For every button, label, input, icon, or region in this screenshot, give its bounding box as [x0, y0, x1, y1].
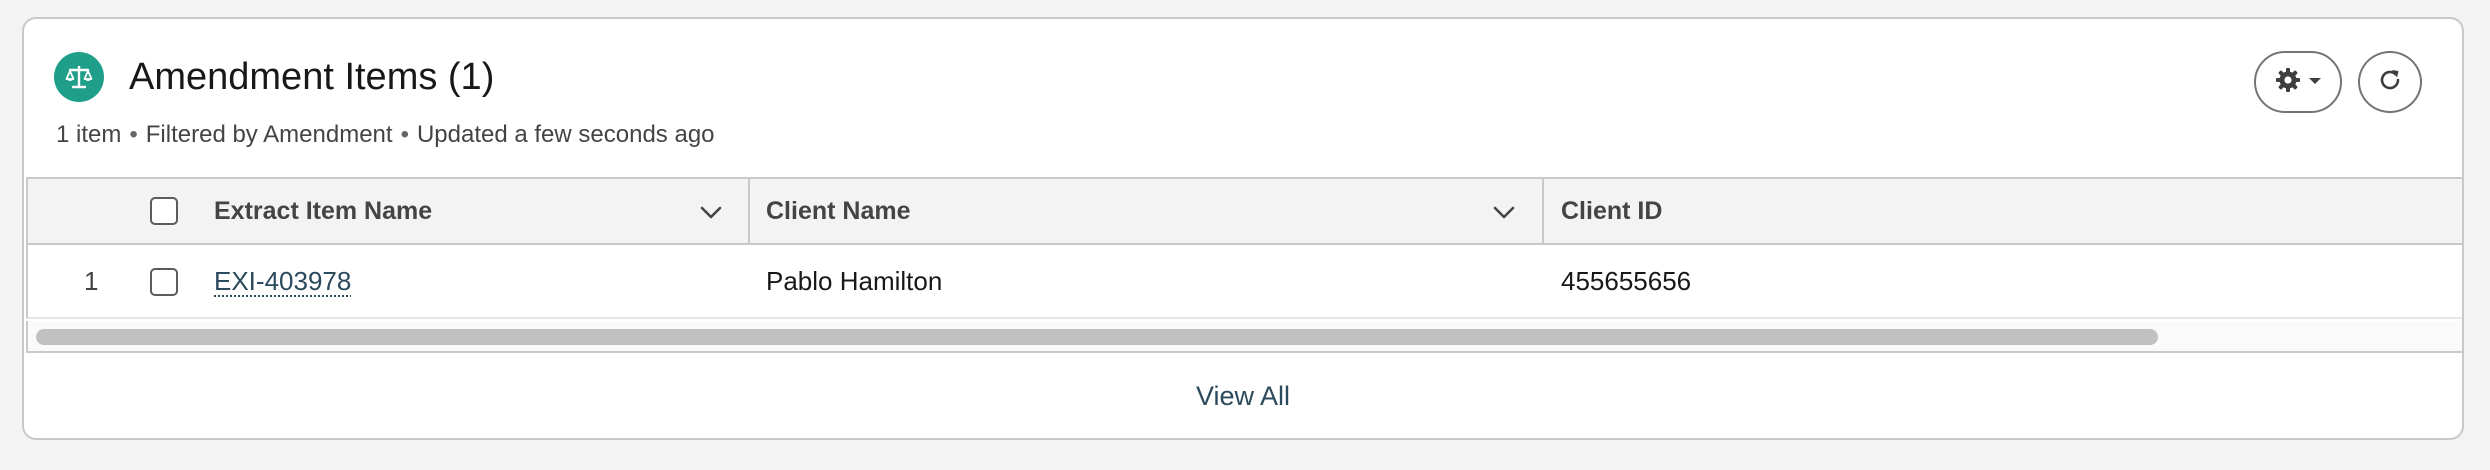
card-header: Amendment Items (1) 1 item • Filtered by A… [24, 19, 2462, 179]
list-settings-button[interactable] [2254, 51, 2342, 113]
extract-item-link[interactable]: EXI-403978 [214, 266, 351, 297]
column-divider[interactable] [1542, 179, 1544, 243]
separator: • [129, 121, 138, 148]
related-list-card: Amendment Items (1) 1 item • Filtered by A… [22, 17, 2464, 440]
item-count: 1 item [56, 121, 122, 148]
select-all-checkbox[interactable] [150, 197, 178, 225]
refresh-icon [2376, 66, 2404, 99]
client-name-cell: Pablo Hamilton [766, 265, 943, 296]
scales-icon [54, 52, 104, 102]
card-subtitle: 1 item • Filtered by Amendment • Updated a f… [56, 119, 715, 151]
chevron-down-icon[interactable] [1491, 199, 1517, 225]
column-header-client-name[interactable]: Client Name [766, 179, 910, 243]
chevron-down-icon[interactable] [698, 199, 724, 225]
scrollbar-thumb[interactable] [36, 329, 2158, 345]
horizontal-scrollbar[interactable] [26, 321, 2462, 351]
separator: • [400, 121, 409, 148]
extract-item-name-cell: EXI-403978 [214, 245, 351, 317]
updated-info: Updated a few seconds ago [416, 121, 715, 148]
column-header-client-id[interactable]: Client ID [1561, 179, 1662, 243]
table-row: 1 EXI-403978 Pablo Hamilton 455655656 [26, 245, 2462, 319]
caret-down-icon [2308, 73, 2322, 91]
row-select-checkbox[interactable] [150, 268, 178, 296]
filter-info: Filtered by Amendment [145, 121, 393, 148]
column-divider[interactable] [748, 179, 750, 243]
row-number: 1 [84, 265, 99, 296]
card-actions [2254, 51, 2422, 113]
card-footer: View All [24, 353, 2462, 440]
gear-icon [2274, 66, 2302, 99]
refresh-button[interactable] [2358, 51, 2422, 113]
column-header-extract-item-name[interactable]: Extract Item Name [214, 179, 432, 243]
client-id-cell: 455655656 [1561, 265, 1692, 296]
view-all-link[interactable]: View All [1196, 381, 1290, 412]
table-header-row: Extract Item Name Client Name Client ID [26, 179, 2462, 245]
data-table: Extract Item Name Client Name Client ID … [26, 177, 2462, 353]
card-title[interactable]: Amendment Items (1) [129, 55, 494, 99]
